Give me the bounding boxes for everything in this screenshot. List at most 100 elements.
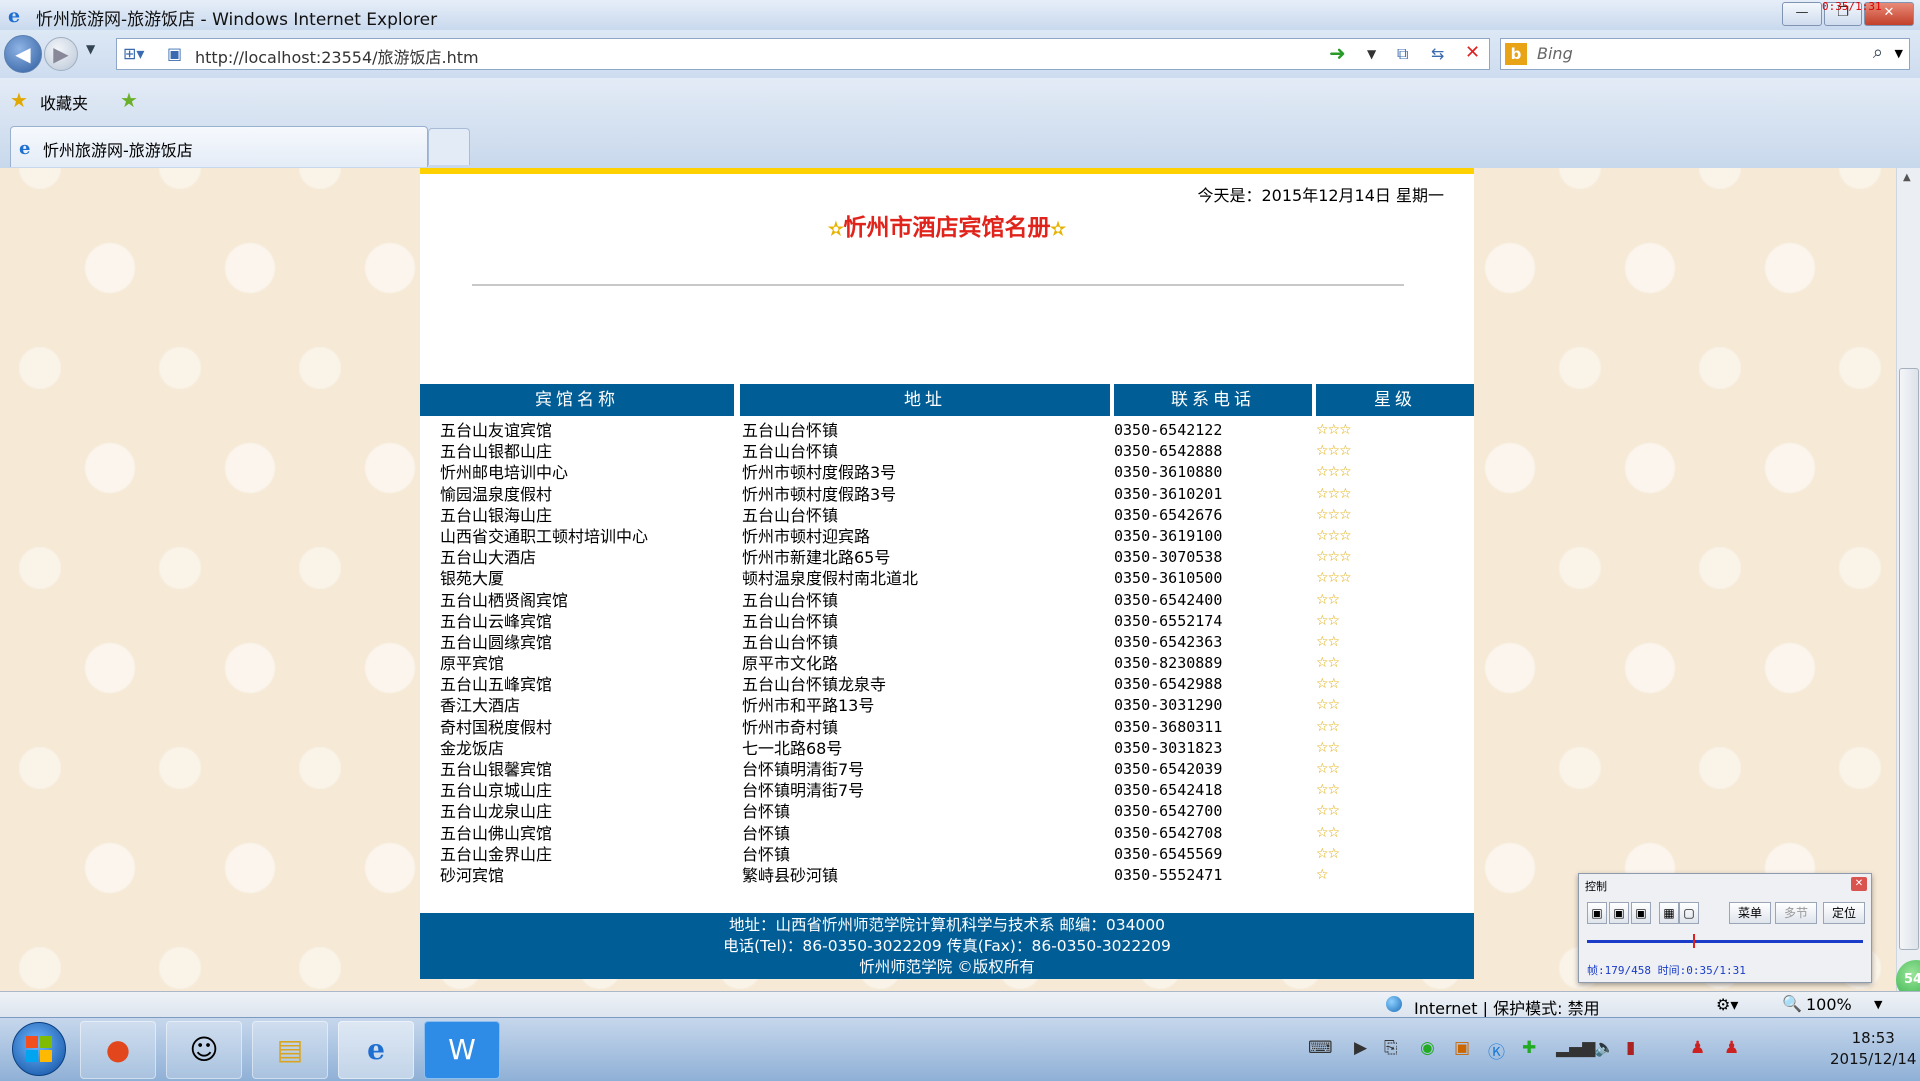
- tray-k-icon[interactable]: Ⓚ: [1488, 1038, 1505, 1063]
- zoom-level[interactable]: 100%: [1806, 995, 1852, 1014]
- search-icon[interactable]: ⌕: [1873, 42, 1883, 63]
- security-zone[interactable]: Internet | 保护模式: 禁用: [1414, 995, 1600, 1019]
- compat-view-icon[interactable]: ⊞▾: [123, 44, 144, 63]
- control-btn-4[interactable]: ▦: [1659, 902, 1679, 924]
- hotel-address-cell: 七一北路68号: [742, 738, 843, 758]
- search-dropdown-icon[interactable]: ▼: [1895, 47, 1903, 60]
- hotel-address-cell: 忻州市顿村度假路3号: [742, 463, 897, 483]
- hotel-name-cell: 愉园温泉度假村: [440, 484, 553, 504]
- table-row: 五台山银都山庄 五台山台怀镇 0350-6542888 ☆☆☆: [420, 441, 1474, 462]
- table-row: 五台山京城山庄 台怀镇明清街7号 0350-6542418 ☆☆: [420, 780, 1474, 801]
- hotel-stars-cell: ☆☆: [1316, 697, 1340, 714]
- tab-active[interactable]: e 忻州旅游网-旅游饭店: [10, 126, 428, 167]
- hotel-phone-cell: 0350-6545569: [1114, 844, 1223, 863]
- control-locate-button[interactable]: 定位: [1823, 902, 1865, 924]
- back-button[interactable]: ◀: [4, 35, 42, 73]
- control-btn-1[interactable]: ▣: [1587, 902, 1607, 924]
- search-placeholder[interactable]: Bing: [1537, 44, 1573, 63]
- internet-explorer-icon[interactable]: e: [338, 1021, 414, 1079]
- hotel-name-cell: 奇村国税度假村: [440, 717, 553, 737]
- address-dropdown-icon[interactable]: ▼: [1367, 47, 1376, 61]
- system-clock[interactable]: 18:53 2015/12/14: [1830, 1028, 1916, 1070]
- table-row: 砂河宾馆 繁峙县砂河镇 0350-5552471 ☆: [420, 865, 1474, 886]
- volume-icon[interactable]: 🔈: [1594, 1038, 1615, 1058]
- control-btn-2[interactable]: ▣: [1609, 902, 1629, 924]
- address-bar[interactable]: ⊞▾ ▣ http://localhost:23554/旅游饭店.htm ➜ ▼…: [116, 38, 1490, 70]
- hotel-name-cell: 银苑大厦: [440, 569, 505, 589]
- qq-icon-2[interactable]: ♟: [1724, 1038, 1739, 1058]
- table-row: 五台山栖贤阁宾馆 五台山台怀镇 0350-6542400 ☆☆: [420, 590, 1474, 611]
- hotel-address-cell: 五台山台怀镇龙泉寺: [742, 675, 887, 695]
- address-url[interactable]: http://localhost:23554/旅游饭店.htm: [195, 44, 479, 68]
- hotel-name-cell: 金龙饭店: [440, 738, 505, 758]
- favorites-button[interactable]: 收藏夹: [40, 90, 88, 114]
- hotel-address-cell: 忻州市顿村迎宾路: [742, 526, 871, 546]
- add-favorite-icon[interactable]: ★: [120, 88, 138, 112]
- hotel-phone-cell: 0350-3031290: [1114, 696, 1223, 715]
- protected-mode-icon[interactable]: ⚙▾: [1716, 995, 1738, 1014]
- word-app-icon[interactable]: W: [424, 1021, 500, 1079]
- hotel-stars-cell: ☆: [1316, 866, 1329, 883]
- keyboard-icon[interactable]: ⌨: [1308, 1038, 1333, 1058]
- stop-icon[interactable]: ✕: [1465, 42, 1480, 63]
- video-icon[interactable]: ⎘: [1384, 1038, 1398, 1058]
- file-explorer-icon[interactable]: ▤: [252, 1021, 328, 1079]
- hotel-phone-cell: 0350-6542400: [1114, 590, 1223, 609]
- playback-position-marker[interactable]: [1693, 934, 1695, 948]
- window-title-bar: e 忻州旅游网-旅游饭店 - Windows Internet Explorer…: [0, 0, 1920, 31]
- minimize-button[interactable]: —: [1782, 2, 1822, 26]
- taskbar-character-icon[interactable]: ☺: [166, 1021, 242, 1079]
- tab-title[interactable]: 忻州旅游网-旅游饭店: [43, 137, 193, 161]
- hotel-name-cell: 五台山银都山庄: [440, 442, 553, 462]
- hotel-phone-cell: 0350-6542418: [1114, 781, 1223, 800]
- playback-progress-track[interactable]: [1587, 940, 1863, 943]
- hotel-stars-cell: ☆☆: [1316, 761, 1340, 777]
- control-multi-button[interactable]: 多节: [1775, 902, 1817, 924]
- footer-phone: 电话(Tel)：86-0350-3022209 传真(Fax)：86-0350-…: [723, 937, 1171, 955]
- new-tab-button[interactable]: [428, 128, 470, 165]
- zoom-dropdown-icon[interactable]: ▼: [1874, 998, 1882, 1011]
- control-btn-5[interactable]: ▢: [1679, 902, 1699, 924]
- start-button[interactable]: [12, 1022, 66, 1076]
- playback-info: 帧:179/458 时间:0:35/1:31: [1587, 964, 1746, 977]
- control-menu-button[interactable]: 菜单: [1729, 902, 1771, 924]
- table-row: 愉园温泉度假村 忻州市顿村度假路3号 0350-3610201 ☆☆☆: [420, 484, 1474, 505]
- ie-logo-icon: e: [8, 5, 20, 25]
- svg-text:e: e: [8, 5, 20, 25]
- hotel-address-cell: 台怀镇: [742, 823, 791, 843]
- heading-star-icon: ✫: [828, 219, 844, 240]
- tray-plus-icon[interactable]: ✚: [1522, 1038, 1536, 1058]
- navigation-bar: ◀ ▶ ▼ ⊞▾ ▣ http://localhost:23554/旅游饭店.h…: [0, 30, 1920, 78]
- hotel-stars-cell: ☆☆: [1316, 824, 1340, 841]
- vertical-scrollbar[interactable]: ▲: [1896, 168, 1920, 991]
- hotel-stars-cell: ☆☆☆: [1316, 443, 1352, 460]
- network-signal-icon[interactable]: ▂▄▆: [1556, 1038, 1595, 1058]
- clock-time: 18:53: [1851, 1029, 1895, 1047]
- hotel-phone-cell: 0350-3610201: [1114, 484, 1223, 503]
- rss-feed-icon[interactable]: ⧉: [1397, 44, 1408, 64]
- play-icon[interactable]: ▶: [1354, 1038, 1367, 1058]
- tray-security-icon[interactable]: ▮: [1626, 1038, 1635, 1058]
- history-dropdown-icon[interactable]: ▼: [86, 42, 95, 56]
- table-row: 五台山银馨宾馆 台怀镇明清街7号 0350-6542039 ☆☆: [420, 759, 1474, 780]
- table-row: 山西省交通职工顿村培训中心 忻州市顿村迎宾路 0350-3619100 ☆☆☆: [420, 526, 1474, 547]
- scrollbar-thumb[interactable]: [1899, 368, 1919, 950]
- scroll-up-icon[interactable]: ▲: [1903, 172, 1911, 183]
- zoom-icon[interactable]: 🔍: [1782, 994, 1802, 1013]
- page-heading: ✫忻州市酒店宾馆名册✫: [420, 208, 1474, 242]
- forward-button[interactable]: ▶: [44, 37, 78, 71]
- qq-icon[interactable]: ♟: [1690, 1038, 1705, 1058]
- hotel-stars-cell: ☆☆☆: [1316, 464, 1352, 481]
- table-row: 五台山圆缘宾馆 五台山台怀镇 0350-6542363 ☆☆: [420, 632, 1474, 653]
- record-icon[interactable]: ◉: [1420, 1038, 1435, 1058]
- tray-app-icon[interactable]: ▣: [1454, 1038, 1470, 1058]
- hotel-name-cell: 五台山龙泉山庄: [440, 802, 553, 822]
- control-btn-3[interactable]: ▣: [1631, 902, 1651, 924]
- favorites-star-icon[interactable]: ★: [10, 88, 28, 112]
- go-icon[interactable]: ➜: [1329, 41, 1346, 65]
- hotel-phone-cell: 0350-3031823: [1114, 738, 1223, 757]
- refresh-icon[interactable]: ⇆: [1431, 44, 1444, 63]
- taskbar-app-icon[interactable]: ●: [80, 1021, 156, 1079]
- control-close-icon[interactable]: ✕: [1851, 877, 1867, 891]
- search-box[interactable]: b Bing ⌕ ▼: [1500, 38, 1910, 70]
